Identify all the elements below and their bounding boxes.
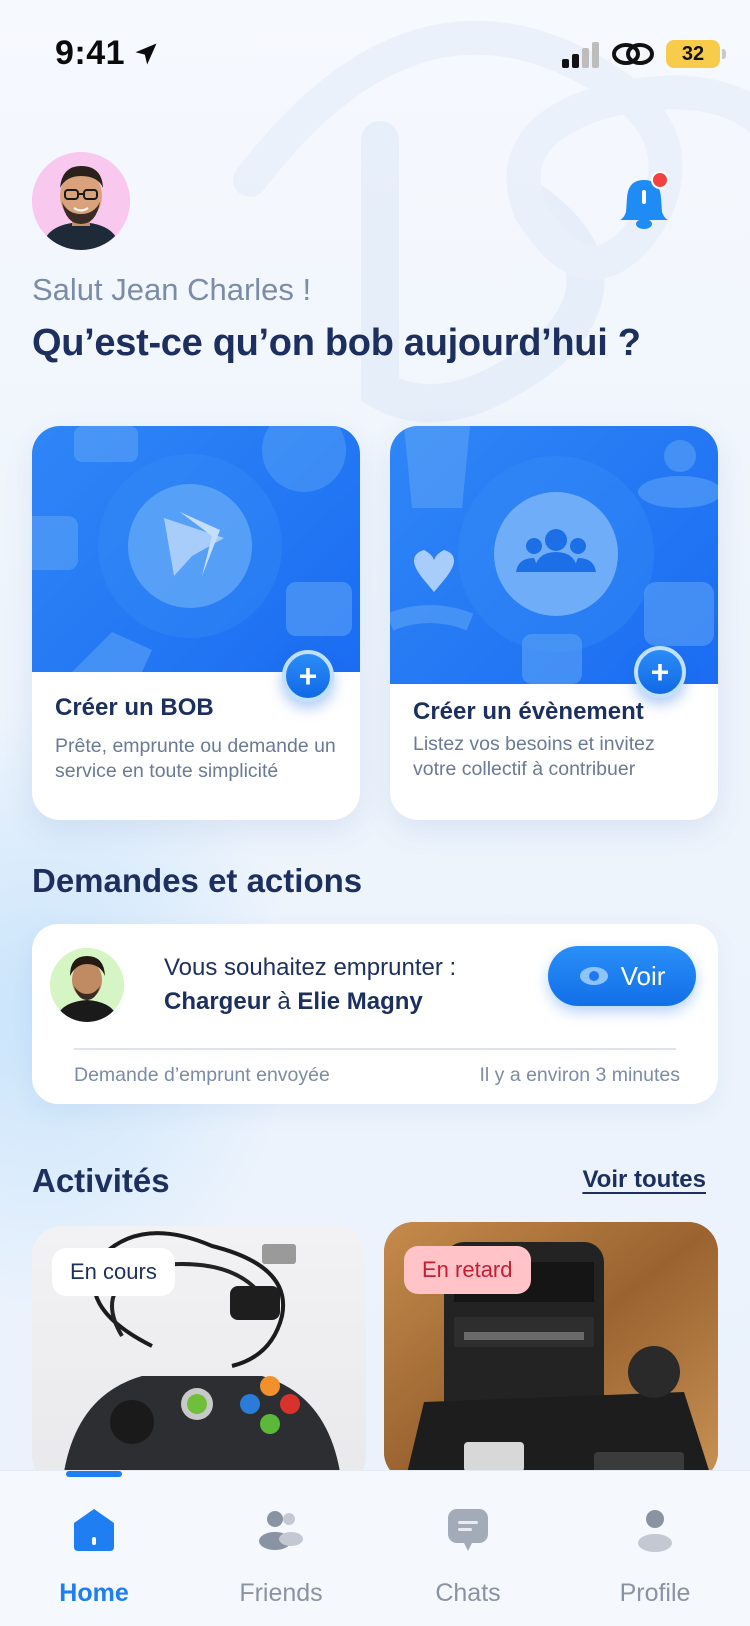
bob-illustration — [32, 426, 352, 672]
tab-profile-label: Profile — [619, 1579, 691, 1607]
activity-late-badge: En retard — [404, 1246, 531, 1294]
battery-indicator: 32 — [666, 40, 720, 68]
create-event-card[interactable]: + Créer un évènement Listez vos besoins … — [390, 426, 718, 820]
request-divider — [74, 1048, 676, 1050]
user-avatar-image — [32, 152, 130, 250]
location-arrow-icon — [135, 43, 157, 65]
home-icon — [74, 1509, 114, 1551]
create-event-plus-button[interactable]: + — [634, 646, 686, 698]
home-screen: 9:41 32 Salut Jean Charles ! Qu’est-ce q… — [0, 0, 750, 1626]
activity-card-controller[interactable]: En cours — [32, 1226, 366, 1486]
see-all-link[interactable]: Voir toutes — [582, 1166, 706, 1194]
requester-avatar-image — [50, 948, 124, 1022]
tab-friends[interactable]: Friends — [206, 1471, 356, 1626]
battery-tip — [722, 49, 726, 59]
requester-avatar — [50, 948, 124, 1022]
request-line: Vous souhaitez emprunter : — [164, 954, 457, 981]
eye-icon — [579, 967, 608, 985]
user-avatar[interactable] — [32, 152, 130, 250]
request-person: Elie Magny — [297, 988, 423, 1015]
battery-level: 32 — [681, 42, 705, 65]
create-bob-title: Créer un BOB — [55, 694, 214, 721]
create-event-description: Listez vos besoins et invitez votre coll… — [413, 733, 655, 780]
status-bar: 9:41 32 — [0, 0, 750, 110]
tab-home-label: Home — [59, 1579, 129, 1607]
request-status: Demande d’emprunt envoyée — [74, 1064, 330, 1086]
link-icon — [612, 43, 654, 65]
create-bob-plus-button[interactable]: + — [282, 650, 334, 702]
cellular-signal-icon — [562, 42, 599, 68]
request-time: Il y a environ 3 minutes — [479, 1064, 680, 1086]
activity-card-camera[interactable]: En retard — [384, 1222, 718, 1482]
headline: Qu’est-ce qu’on bob aujourd’hui ? — [32, 322, 641, 364]
event-illustration — [390, 426, 718, 684]
profile-icon — [638, 1510, 672, 1552]
requests-section-title: Demandes et actions — [32, 862, 363, 899]
tab-chats-label: Chats — [435, 1579, 501, 1607]
view-request-button[interactable]: Voir — [548, 946, 696, 1006]
create-event-hero — [390, 426, 718, 684]
tab-chats[interactable]: Chats — [393, 1471, 543, 1626]
request-card[interactable]: Vous souhaitez emprunter : Chargeur à El… — [32, 924, 718, 1104]
activity-status-badge: En cours — [52, 1248, 175, 1296]
chat-icon — [448, 1509, 488, 1551]
request-connector: à — [277, 988, 291, 1015]
create-bob-description: Prête, emprunte ou demande un service en… — [55, 735, 336, 782]
create-event-title: Créer un évènement — [413, 698, 644, 725]
tab-bar: Home Friends Chats Profile — [0, 1470, 750, 1626]
tab-friends-label: Friends — [239, 1579, 323, 1607]
request-detail: Chargeur à Elie Magny — [164, 988, 423, 1016]
greeting-text: Salut Jean Charles ! — [32, 272, 312, 307]
status-time: 9:41 — [55, 34, 126, 72]
create-bob-card[interactable]: + Créer un BOB Prête, emprunte ou demand… — [32, 426, 360, 820]
tab-home[interactable]: Home — [19, 1471, 169, 1626]
create-bob-hero — [32, 426, 360, 672]
notification-bell-icon[interactable] — [616, 172, 672, 232]
tab-profile[interactable]: Profile — [580, 1471, 730, 1626]
request-item-name: Chargeur — [164, 988, 271, 1015]
activities-title: Activités — [32, 1162, 170, 1199]
view-request-label: Voir — [620, 960, 666, 991]
friends-icon — [259, 1511, 303, 1550]
